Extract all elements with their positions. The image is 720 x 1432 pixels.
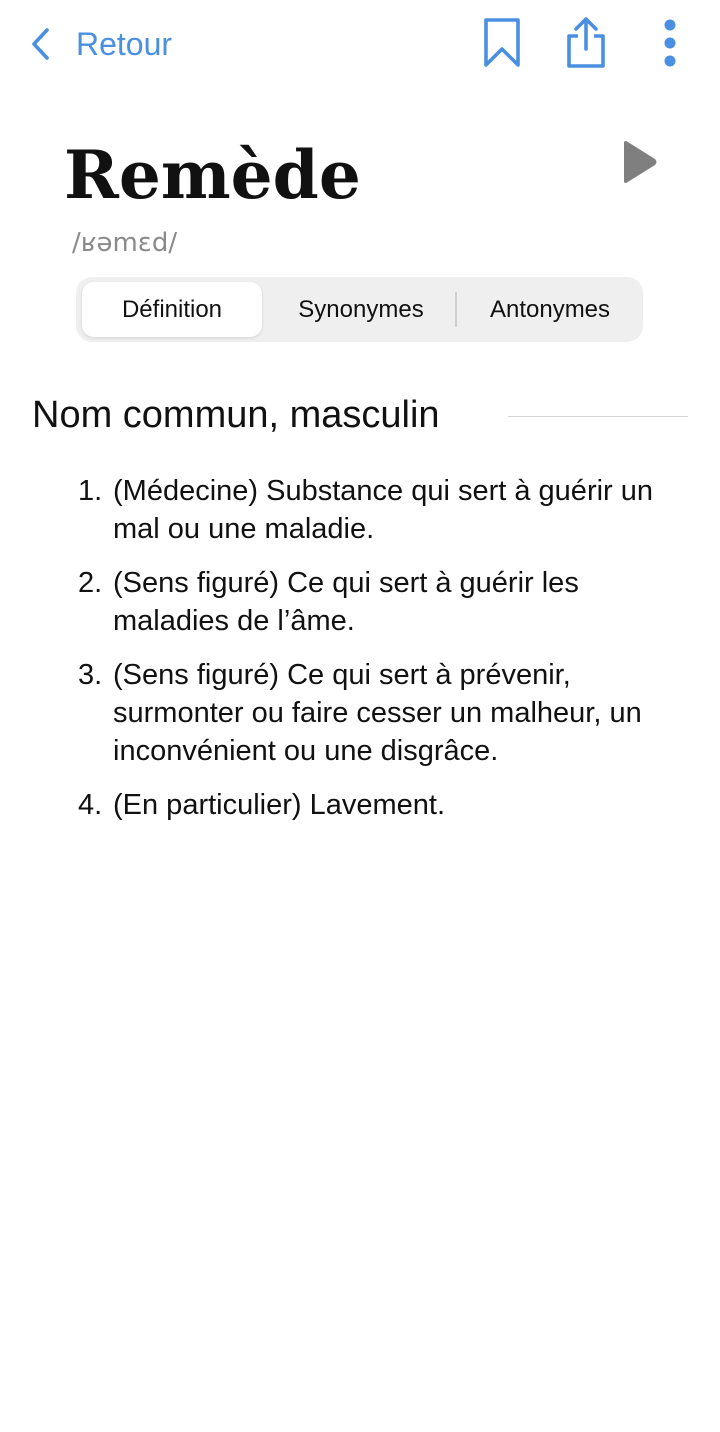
bookmark-button[interactable]: [476, 17, 528, 74]
definition-item: 3. (Sens figuré) Ce qui sert à prévenir,…: [78, 656, 678, 770]
definition-item: 2. (Sens figuré) Ce qui sert à guérir le…: [78, 564, 678, 640]
definition-text: (Sens figuré) Ce qui sert à prévenir, su…: [113, 659, 642, 767]
chevron-left-icon: [30, 27, 50, 61]
definition-number: 3.: [78, 659, 103, 691]
top-bar: Retour: [0, 0, 720, 88]
share-icon: [564, 16, 608, 75]
tab-divider: [455, 292, 457, 327]
phonetic-transcription: /ʁəmɛd/: [72, 228, 178, 258]
definition-item: 4. (En particulier) Lavement.: [78, 786, 678, 824]
definition-list: 1. (Médecine) Substance qui sert à guéri…: [78, 472, 678, 840]
tab-definition[interactable]: Définition: [82, 282, 262, 337]
entry-word: Remède: [64, 136, 361, 214]
tab-synonymes[interactable]: Synonymes: [268, 282, 454, 337]
definition-text: (Sens figuré) Ce qui sert à guérir les m…: [113, 567, 579, 637]
definition-text: (En particulier) Lavement.: [113, 789, 446, 821]
definition-item: 1. (Médecine) Substance qui sert à guéri…: [78, 472, 678, 548]
share-button[interactable]: [560, 16, 612, 75]
more-button[interactable]: [644, 18, 696, 72]
definition-number: 4.: [78, 789, 103, 821]
part-of-speech-heading: Nom commun, masculin: [32, 394, 440, 436]
heading-divider: [508, 416, 688, 417]
bookmark-icon: [482, 17, 522, 74]
back-button[interactable]: Retour: [30, 22, 172, 66]
definition-number: 2.: [78, 567, 103, 599]
definition-text: (Médecine) Substance qui sert à guérir u…: [113, 475, 654, 545]
tab-antonymes[interactable]: Antonymes: [460, 282, 640, 337]
play-pronunciation-button[interactable]: [612, 138, 664, 190]
back-label: Retour: [76, 25, 173, 62]
more-vertical-icon: [663, 18, 677, 73]
play-icon: [618, 139, 658, 190]
tab-bar: Définition Synonymes Antonymes: [76, 277, 643, 342]
definition-number: 1.: [78, 475, 103, 507]
